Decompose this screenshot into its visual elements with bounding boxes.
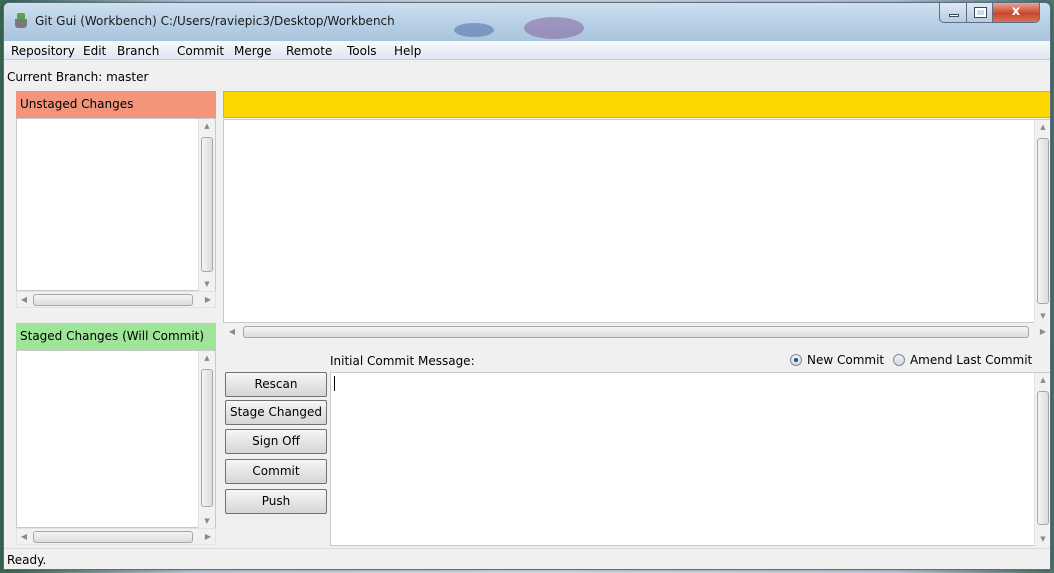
scrollbar-thumb[interactable] xyxy=(33,294,193,306)
stage-changed-button[interactable]: Stage Changed xyxy=(225,400,327,425)
menu-edit[interactable]: Edit xyxy=(83,44,106,58)
minimize-icon xyxy=(949,14,959,17)
scroll-arrow-up-icon[interactable]: ▲ xyxy=(1035,373,1050,387)
commit-message-label: Initial Commit Message: xyxy=(330,354,475,368)
git-gui-app-icon xyxy=(14,13,28,29)
commit-button[interactable]: Commit xyxy=(225,459,327,484)
scrollbar-thumb[interactable] xyxy=(33,531,193,543)
scrollbar-thumb[interactable] xyxy=(1037,391,1049,525)
scroll-arrow-right-icon[interactable]: ▶ xyxy=(201,292,215,308)
scroll-arrow-right-icon[interactable]: ▶ xyxy=(1036,324,1050,340)
push-button[interactable]: Push xyxy=(225,489,327,514)
scroll-arrow-down-icon[interactable]: ▼ xyxy=(199,277,215,291)
menu-remote[interactable]: Remote xyxy=(286,44,332,58)
menu-tools[interactable]: Tools xyxy=(347,44,377,58)
scroll-arrow-left-icon[interactable]: ◀ xyxy=(225,324,239,340)
menu-merge[interactable]: Merge xyxy=(234,44,271,58)
menu-commit[interactable]: Commit xyxy=(177,44,224,58)
unstaged-vertical-scrollbar[interactable]: ▲ ▼ xyxy=(198,119,215,291)
close-icon: x xyxy=(1011,4,1021,19)
scroll-arrow-down-icon[interactable]: ▼ xyxy=(1035,532,1050,546)
scroll-arrow-up-icon[interactable]: ▲ xyxy=(1035,120,1050,134)
scroll-arrow-down-icon[interactable]: ▼ xyxy=(1035,309,1050,323)
menu-branch[interactable]: Branch xyxy=(117,44,159,58)
scroll-arrow-down-icon[interactable]: ▼ xyxy=(199,514,215,528)
git-gui-window: Git Gui (Workbench) C:/Users/raviepic3/D… xyxy=(3,2,1051,570)
maximize-button[interactable] xyxy=(966,3,993,23)
scroll-arrow-left-icon[interactable]: ◀ xyxy=(17,529,31,545)
scrollbar-thumb[interactable] xyxy=(1037,138,1049,304)
minimize-button[interactable] xyxy=(939,3,967,23)
scroll-arrow-right-icon[interactable]: ▶ xyxy=(201,529,215,545)
status-text: Ready. xyxy=(7,553,47,567)
status-bar: Ready. xyxy=(4,548,1050,569)
diff-horizontal-scrollbar[interactable]: ◀ ▶ xyxy=(223,324,1050,341)
new-commit-label[interactable]: New Commit xyxy=(807,353,884,367)
amend-last-commit-radio[interactable] xyxy=(892,354,905,366)
text-caret xyxy=(334,376,335,391)
current-branch-label: Current Branch: master xyxy=(7,70,149,84)
sign-off-button[interactable]: Sign Off xyxy=(225,429,327,454)
staged-file-list[interactable]: ▲ ▼ xyxy=(16,350,216,528)
rescan-button[interactable]: Rescan xyxy=(225,372,327,397)
scrollbar-thumb[interactable] xyxy=(201,137,213,272)
diff-vertical-scrollbar[interactable]: ▲ ▼ xyxy=(1034,120,1050,323)
scroll-arrow-up-icon[interactable]: ▲ xyxy=(199,351,215,365)
staged-horizontal-scrollbar[interactable]: ◀ ▶ xyxy=(16,528,216,545)
staged-changes-header: Staged Changes (Will Commit) xyxy=(16,323,216,350)
unstaged-file-list[interactable]: ▲ ▼ xyxy=(16,118,216,291)
commit-message-textarea[interactable]: ▲ ▼ xyxy=(330,372,1050,546)
menu-help[interactable]: Help xyxy=(394,44,421,58)
aero-glass-highlight xyxy=(454,23,494,37)
close-button[interactable]: x xyxy=(992,3,1040,23)
window-title: Git Gui (Workbench) C:/Users/raviepic3/D… xyxy=(35,14,395,28)
scrollbar-thumb[interactable] xyxy=(243,326,1029,338)
scroll-arrow-left-icon[interactable]: ◀ xyxy=(17,292,31,308)
maximize-icon xyxy=(974,7,987,18)
amend-last-commit-label[interactable]: Amend Last Commit xyxy=(910,353,1032,367)
commit-message-vertical-scrollbar[interactable]: ▲ ▼ xyxy=(1034,373,1050,546)
unstaged-changes-header: Unstaged Changes xyxy=(16,91,216,118)
new-commit-radio[interactable] xyxy=(790,354,802,366)
commit-mode-radio-group: New Commit Amend Last Commit xyxy=(790,353,1037,367)
unstaged-horizontal-scrollbar[interactable]: ◀ ▶ xyxy=(16,291,216,308)
diff-header-bar xyxy=(223,91,1050,118)
title-bar[interactable]: Git Gui (Workbench) C:/Users/raviepic3/D… xyxy=(4,3,1050,41)
aero-glass-highlight xyxy=(524,17,584,39)
diff-viewer[interactable]: ▲ ▼ xyxy=(223,119,1050,323)
menu-repository[interactable]: Repository xyxy=(11,44,75,58)
staged-vertical-scrollbar[interactable]: ▲ ▼ xyxy=(198,351,215,528)
scroll-arrow-up-icon[interactable]: ▲ xyxy=(199,119,215,133)
scrollbar-thumb[interactable] xyxy=(201,369,213,507)
menu-bar: Repository Edit Branch Commit Merge Remo… xyxy=(4,41,1050,60)
